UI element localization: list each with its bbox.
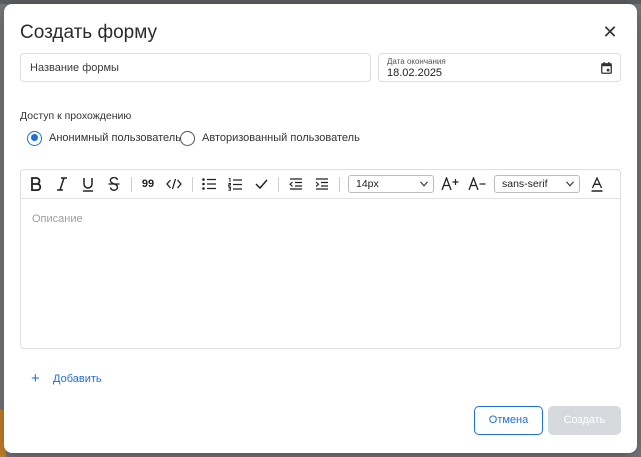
- create-form-dialog: Создать форму ✕ Дата окончания 18.02.202…: [4, 4, 637, 453]
- radio-authorized-user[interactable]: Авторизованный пользователь: [180, 130, 360, 146]
- radio-unselected-icon: [180, 130, 195, 146]
- radio-anonymous-user[interactable]: Анонимный пользователь: [27, 130, 181, 146]
- description-editor: 99 14px sans-serif Описание: [20, 169, 621, 349]
- indent-icon[interactable]: [312, 174, 330, 194]
- font-size-select[interactable]: 14px: [348, 175, 434, 193]
- bold-icon[interactable]: [27, 174, 45, 194]
- chevron-down-icon: [420, 181, 428, 187]
- toolbar-separator: [278, 177, 279, 192]
- dialog-title: Создать форму: [20, 22, 158, 43]
- toolbar-separator: [339, 177, 340, 192]
- increase-font-icon[interactable]: [440, 174, 460, 194]
- outdent-icon[interactable]: [286, 174, 304, 194]
- radio-label: Авторизованный пользователь: [202, 132, 360, 144]
- code-icon[interactable]: [164, 174, 184, 194]
- italic-icon[interactable]: [53, 174, 71, 194]
- text-color-icon[interactable]: [589, 174, 605, 194]
- form-name-input[interactable]: [21, 54, 370, 81]
- font-family-select[interactable]: sans-serif: [494, 175, 580, 193]
- description-placeholder[interactable]: Описание: [32, 213, 83, 225]
- toolbar-separator: [131, 177, 132, 192]
- editor-toolbar: 99 14px sans-serif: [21, 170, 620, 199]
- font-size-value: 14px: [356, 178, 379, 190]
- decrease-font-icon[interactable]: [467, 174, 487, 194]
- plus-icon: +: [31, 370, 40, 387]
- toolbar-separator: [192, 177, 193, 192]
- end-date-field[interactable]: Дата окончания 18.02.2025: [378, 53, 621, 82]
- access-label: Доступ к прохождению: [20, 110, 132, 122]
- quote-icon[interactable]: 99: [139, 174, 157, 194]
- chevron-down-icon: [566, 181, 574, 187]
- radio-label: Анонимный пользователь: [49, 132, 181, 144]
- strikethrough-icon[interactable]: [105, 174, 123, 194]
- bullet-list-icon[interactable]: [200, 174, 218, 194]
- font-family-value: sans-serif: [502, 178, 548, 190]
- create-button[interactable]: Создать: [548, 406, 621, 435]
- underline-icon[interactable]: [79, 174, 97, 194]
- calendar-icon[interactable]: [601, 62, 612, 74]
- numbered-list-icon[interactable]: [226, 174, 244, 194]
- radio-selected-icon: [27, 130, 42, 146]
- end-date-value: 18.02.2025: [387, 67, 443, 79]
- add-button[interactable]: + Добавить: [31, 370, 102, 387]
- end-date-label: Дата окончания: [387, 57, 446, 66]
- add-button-label: Добавить: [53, 373, 102, 385]
- close-icon[interactable]: ✕: [600, 22, 620, 42]
- form-name-field[interactable]: [20, 53, 371, 82]
- cancel-button[interactable]: Отмена: [474, 406, 543, 435]
- check-icon[interactable]: [252, 174, 270, 194]
